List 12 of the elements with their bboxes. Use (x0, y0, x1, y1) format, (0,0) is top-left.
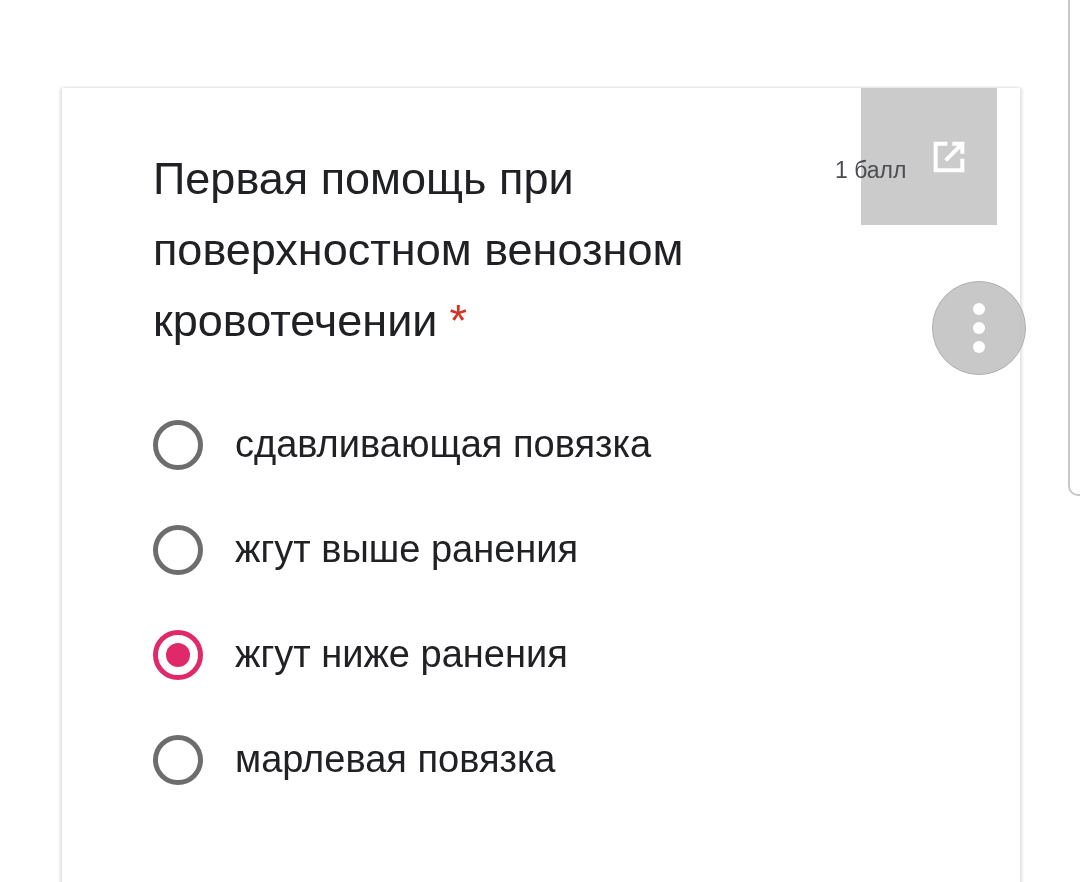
radio-button[interactable] (153, 629, 203, 680)
required-mark: * (449, 295, 467, 346)
option-label: жгут выше ранения (235, 528, 579, 571)
option-label: сдавливающая повязка (235, 423, 651, 466)
question-title: Первая помощь при поверхностном венозном кровотечении * (153, 152, 685, 348)
option-label: марлевая повязка (235, 738, 556, 781)
radio-button[interactable] (153, 734, 203, 785)
radio-button[interactable] (153, 524, 203, 575)
radio-button[interactable] (153, 419, 203, 470)
option-label: жгут ниже ранения (235, 633, 568, 676)
more-vertical-icon (971, 302, 987, 354)
points-label: 1 балл (835, 157, 907, 184)
